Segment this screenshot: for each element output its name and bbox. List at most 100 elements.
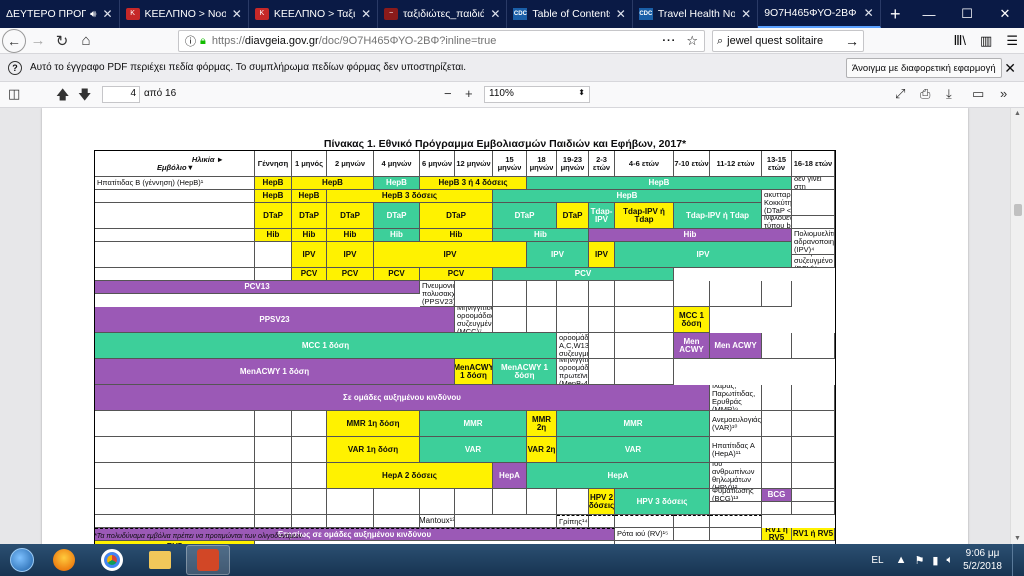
- schedule-cell: Hib: [493, 229, 589, 242]
- save-icon[interactable]: ⤓: [946, 86, 952, 102]
- close-tab-icon[interactable]: ✕: [361, 7, 371, 21]
- empty-cell: [255, 515, 292, 528]
- page-number-input[interactable]: 4: [102, 86, 140, 103]
- schedule-cell: HepB: [374, 177, 420, 190]
- schedule-cell: MenACWY 1 δόση: [493, 359, 557, 385]
- search-input[interactable]: jewel quest solitaire: [727, 35, 823, 47]
- vertical-scrollbar[interactable]: ▲ ▼: [1010, 108, 1024, 544]
- next-page-icon[interactable]: 🡇: [78, 86, 91, 108]
- close-tab-icon[interactable]: ✕: [490, 7, 500, 21]
- empty-cell: [374, 489, 420, 515]
- back-button[interactable]: ←: [2, 28, 26, 53]
- tab-1[interactable]: ΔΕΥΤΕΡΟ ΠΡΟΓΡΑΜΜ🔊︎ ✕: [0, 0, 120, 28]
- empty-cell: [455, 515, 557, 528]
- home-button[interactable]: ⌂: [74, 29, 98, 53]
- chrome-taskbar-button[interactable]: [90, 545, 134, 575]
- schedule-cell: HepB: [255, 177, 292, 190]
- info-icon[interactable]: ⓘ: [185, 33, 196, 49]
- language-indicator[interactable]: EL: [871, 555, 883, 566]
- close-icon[interactable]: ✕: [1004, 60, 1016, 77]
- empty-cell: [674, 515, 710, 528]
- empty-cell: [762, 333, 792, 359]
- tools-icon[interactable]: »: [1000, 86, 1007, 101]
- keelpno-icon: K: [125, 8, 140, 20]
- show-desktop-button[interactable]: [1012, 544, 1024, 576]
- tab-5[interactable]: CDC Table of Contents | 2 ✕: [507, 0, 633, 28]
- bookmark-star-icon[interactable]: ☆: [686, 33, 698, 49]
- explorer-taskbar-button[interactable]: [138, 545, 182, 575]
- search-go-icon[interactable]: →: [845, 33, 859, 49]
- age-column-header: 1 μηνός: [292, 151, 327, 177]
- menu-icon[interactable]: ☰: [1006, 33, 1018, 49]
- volume-icon[interactable]: 🔈︎: [946, 554, 953, 567]
- forward-button[interactable]: →: [26, 29, 50, 53]
- close-tab-icon[interactable]: ✕: [864, 6, 874, 20]
- empty-cell: [710, 515, 762, 528]
- empty-cell: [95, 489, 255, 515]
- previous-page-icon[interactable]: 🡅: [56, 86, 69, 108]
- empty-cell: [589, 281, 615, 307]
- firefox-taskbar-button[interactable]: [42, 545, 86, 575]
- empty-cell: [762, 411, 792, 437]
- schedule-cell: IPV: [292, 242, 327, 268]
- empty-cell: [95, 437, 255, 463]
- schedule-cell: HepB 3 δόσεις: [327, 190, 493, 203]
- tab-6[interactable]: CDC Travel Health Notice ✕: [633, 0, 759, 28]
- network-icon[interactable]: ▮: [932, 554, 938, 567]
- show-hidden-icons-icon[interactable]: ▲: [896, 554, 907, 567]
- empty-cell: [557, 281, 589, 307]
- schedule-cell: VAR 1η δόση: [327, 437, 420, 463]
- tab-3[interactable]: K ΚΕΕΛΠΝΟ > Ταξιδι ✕: [249, 0, 379, 28]
- age-column-header: 11-12 ετών: [710, 151, 762, 177]
- flag-icon[interactable]: ⚑: [915, 554, 925, 567]
- zoom-in-icon[interactable]: +: [465, 86, 473, 101]
- empty-cell: [589, 515, 615, 528]
- scroll-down-icon[interactable]: ▼: [1014, 535, 1021, 542]
- close-tab-icon[interactable]: ✕: [232, 7, 242, 21]
- zoom-out-icon[interactable]: −: [444, 86, 452, 101]
- empty-cell: [493, 281, 527, 307]
- pdf-viewer[interactable]: Πίνακας 1. Εθνικό Πρόγραμμα Εμβολιασμών …: [0, 108, 1010, 544]
- url-bar[interactable]: ⓘ 🔒︎ https:// diavgeia.gov.gr /doc/9Ο7Η4…: [178, 30, 705, 52]
- tab-2[interactable]: K ΚΕΕΛΠΝΟ > Νοσήμ ✕: [120, 0, 249, 28]
- empty-cell: [292, 463, 327, 489]
- open-with-app-button[interactable]: Άνοιγμα με διαφορετική εφαρμογή: [846, 58, 1002, 78]
- tab-title: ταξιδιώτες_παιδιά_: [403, 8, 485, 20]
- lock-icon: 🔒︎: [200, 34, 206, 47]
- empty-cell: [255, 268, 292, 281]
- print-icon[interactable]: ⎙: [920, 86, 930, 102]
- tab-7[interactable]: 9Ο7Η465ΦΥΟ-2ΒΦ ✕: [758, 0, 881, 28]
- scrollbar-thumb[interactable]: [1014, 204, 1022, 216]
- scroll-up-icon[interactable]: ▲: [1014, 110, 1021, 117]
- zoom-select[interactable]: 110% ⬍: [484, 86, 590, 103]
- audio-playing-icon[interactable]: 🔊︎: [90, 9, 96, 20]
- search-bar[interactable]: ⌕ jewel quest solitaire →: [712, 30, 864, 52]
- new-tab-button[interactable]: +: [881, 0, 910, 28]
- sidebar-toggle-icon[interactable]: ◫: [8, 86, 20, 102]
- clock[interactable]: 9:06 μμ 5/2/2018: [963, 547, 1002, 573]
- close-tab-icon[interactable]: ✕: [102, 7, 112, 21]
- presentation-mode-icon[interactable]: ⤢: [895, 86, 905, 102]
- age-column-header: Γέννηση: [255, 151, 292, 177]
- tab-4[interactable]: ~ ταξιδιώτες_παιδιά_ ✕: [378, 0, 508, 28]
- page-actions-icon[interactable]: ···: [662, 35, 676, 47]
- start-button[interactable]: [4, 545, 40, 575]
- close-tab-icon[interactable]: ✕: [616, 7, 626, 21]
- sidebar-icon[interactable]: ▥: [980, 33, 992, 49]
- form-notice-bar: ? Αυτό το έγγραφο PDF περιέχει πεδία φόρ…: [0, 54, 1024, 82]
- close-window-icon[interactable]: ✕: [986, 0, 1024, 28]
- minimize-icon[interactable]: —: [910, 0, 948, 28]
- close-tab-icon[interactable]: ✕: [741, 7, 751, 21]
- maximize-icon[interactable]: ☐: [948, 0, 986, 28]
- vaccine-name: Μηνιγγιτιδόκοκκου οροομάδας Β πρωτεϊνικό…: [557, 359, 589, 385]
- empty-cell: [792, 489, 835, 502]
- schedule-cell: IPV: [327, 242, 374, 268]
- schedule-cell: VAR: [420, 437, 527, 463]
- bookmark-icon[interactable]: ▭: [972, 86, 984, 102]
- age-column-header: 12 μηνών: [455, 151, 493, 177]
- reload-button[interactable]: ↻: [50, 29, 74, 53]
- library-icon[interactable]: Ⅲ\: [953, 33, 966, 49]
- schedule-cell: DTaP: [292, 203, 327, 229]
- powerpoint-taskbar-button[interactable]: [186, 545, 230, 575]
- schedule-cell: Hib: [420, 229, 493, 242]
